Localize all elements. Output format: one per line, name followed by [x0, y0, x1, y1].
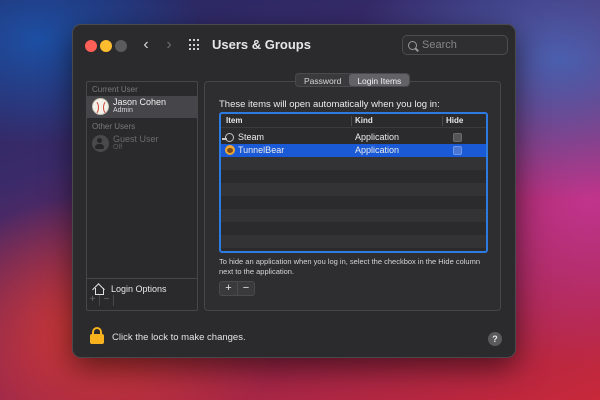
house-icon: [93, 283, 104, 295]
remove-user-button[interactable]: −: [100, 295, 114, 306]
users-sidebar: Current User Jason Cohen Admin Other Use…: [86, 81, 198, 311]
table-header: Item Kind Hide: [221, 114, 486, 128]
empty-row: [221, 170, 486, 183]
tab-password[interactable]: Password: [296, 74, 349, 86]
empty-row: [221, 209, 486, 222]
user-name: Guest User: [113, 134, 159, 144]
user-row-jason-cohen[interactable]: Jason Cohen Admin: [87, 96, 197, 118]
show-all-grid-icon[interactable]: [189, 39, 201, 51]
user-row-guest-user[interactable]: Guest User Off: [87, 133, 197, 155]
empty-row: [221, 157, 486, 170]
tunnelbear-icon: [225, 145, 235, 155]
close-button[interactable]: [85, 40, 97, 52]
empty-row: [221, 235, 486, 248]
tab-login-items[interactable]: Login Items: [349, 74, 410, 86]
login-items-table[interactable]: Item Kind Hide Steam Application TunnelB…: [219, 112, 488, 253]
lock-message: Click the lock to make changes.: [112, 332, 246, 343]
table-row[interactable]: Steam Application: [221, 131, 486, 144]
hide-hint-text: To hide an application when you log in, …: [219, 257, 480, 276]
login-items-intro: These items will open automatically when…: [219, 99, 440, 110]
forward-chevron-icon[interactable]: ›: [161, 36, 177, 54]
remove-login-item-button[interactable]: −: [237, 282, 254, 295]
item-kind: Application: [355, 132, 400, 142]
help-button[interactable]: ?: [488, 332, 502, 346]
empty-row: [221, 222, 486, 235]
search-icon: [408, 40, 417, 50]
user-role: Off: [113, 144, 123, 151]
other-users-label: Other Users: [92, 122, 136, 131]
sidebar-add-remove-bar: + −: [86, 295, 114, 307]
login-options-label: Login Options: [111, 284, 167, 294]
empty-row: [221, 196, 486, 209]
add-user-button[interactable]: +: [86, 295, 100, 306]
person-icon: [92, 135, 109, 152]
search-input[interactable]: [422, 39, 502, 51]
hide-checkbox[interactable]: [453, 133, 462, 142]
empty-row: [221, 183, 486, 196]
baseball-icon: [92, 98, 109, 115]
zoom-button[interactable]: [115, 40, 127, 52]
user-name: Jason Cohen: [113, 97, 167, 107]
users-groups-window: ‹ › Users & Groups Current User Jason Co…: [72, 24, 516, 358]
table-row[interactable]: TunnelBear Application: [221, 144, 486, 157]
column-header-item[interactable]: Item: [226, 116, 242, 125]
minimize-button[interactable]: [100, 40, 112, 52]
search-field[interactable]: [402, 35, 508, 55]
column-divider: [351, 116, 352, 126]
item-name: TunnelBear: [238, 145, 285, 155]
add-login-item-button[interactable]: +: [220, 282, 237, 295]
tab-bar: Password Login Items: [295, 73, 411, 87]
titlebar: ‹ › Users & Groups: [73, 25, 515, 65]
user-role: Admin: [113, 107, 133, 114]
column-divider: [442, 116, 443, 126]
item-name: Steam: [238, 132, 265, 142]
item-kind: Application: [355, 145, 400, 155]
window-title: Users & Groups: [212, 37, 311, 52]
current-user-label: Current User: [92, 85, 138, 94]
login-items-add-remove: + −: [219, 281, 255, 296]
column-header-kind[interactable]: Kind: [355, 116, 373, 125]
steam-icon: [222, 133, 234, 142]
column-header-hide[interactable]: Hide: [446, 116, 463, 125]
hide-checkbox[interactable]: [453, 146, 462, 155]
lock-icon[interactable]: [90, 327, 104, 344]
back-chevron-icon[interactable]: ‹: [138, 36, 154, 54]
